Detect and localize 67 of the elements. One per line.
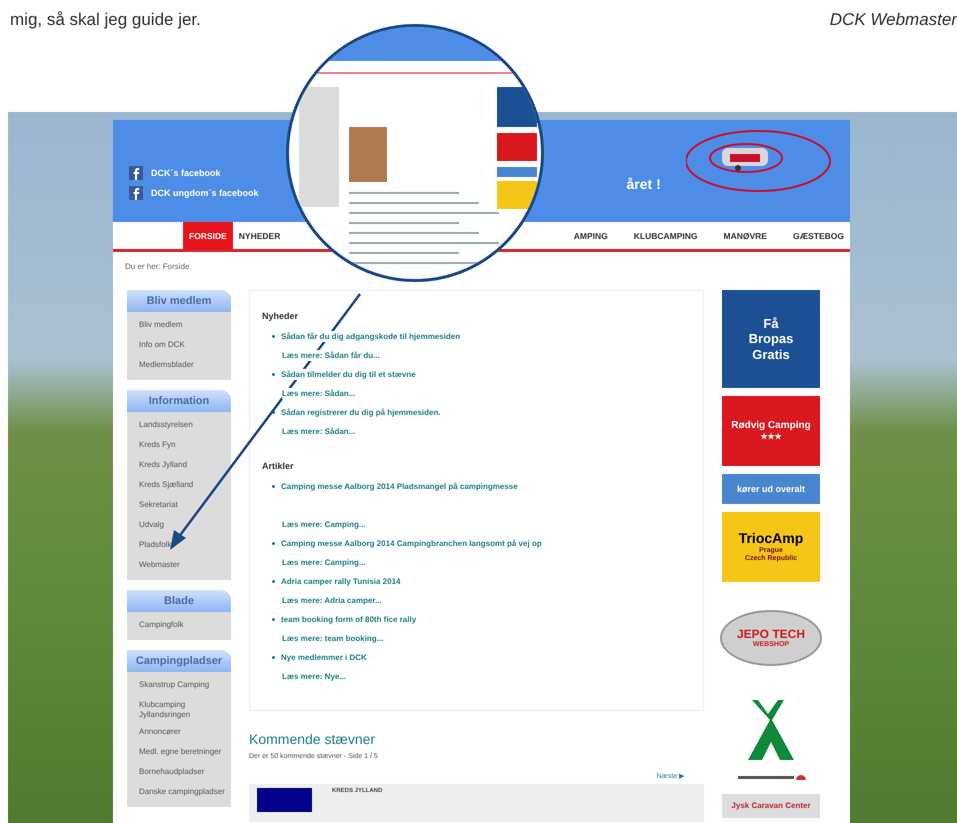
sidebar-heading: Campingpladser <box>127 650 231 672</box>
section-heading: Nyheder <box>262 311 300 321</box>
read-more-link[interactable]: Læs mere: Camping... <box>282 519 366 530</box>
article-link[interactable]: Camping messe Aalborg 2014 Campingbranchen langsomt på vej op <box>281 538 542 549</box>
sidebar-heading: Blade <box>127 590 231 612</box>
bullet-icon <box>272 618 275 621</box>
read-more-link[interactable]: Læs mere: Sådan får du... <box>282 350 380 361</box>
facebook-icon <box>129 186 143 200</box>
bropas-ad[interactable]: Få Bropas Gratis <box>722 290 820 388</box>
nav-tab[interactable]: AMPING <box>568 222 614 249</box>
sidebar-link[interactable]: Kreds Jylland <box>139 456 231 476</box>
sidebar-heading: Bliv medlem <box>127 290 231 312</box>
sidebar-link[interactable]: Udvalg <box>139 516 231 536</box>
bullet-icon <box>272 335 275 338</box>
banner-ad[interactable]: kører ud overalt <box>722 474 820 504</box>
upcoming-heading: Kommende stævner <box>249 731 376 747</box>
article-link[interactable]: Adria camper rally Tunisia 2014 <box>281 576 400 587</box>
bullet-icon <box>272 542 275 545</box>
read-more-link[interactable]: Læs mere: Nye... <box>282 671 346 682</box>
sidebar-heading: Information <box>127 390 231 412</box>
article-link[interactable]: Sådan tilmelder du dig til et stævne <box>281 369 416 380</box>
jysk-caravan-ad[interactable]: Jysk Caravan Center <box>722 794 820 818</box>
sidebar-link[interactable]: Webmaster <box>139 556 231 576</box>
nav-tab[interactable]: FORSIDE <box>183 222 233 249</box>
nav-tab[interactable]: GÆSTEBOG <box>786 222 850 249</box>
facebook-link[interactable]: DCK´s facebook <box>129 166 259 180</box>
sidebar-link[interactable]: Kreds Fyn <box>139 436 231 456</box>
article-link[interactable]: Sådan registrerer du dig på hjemmesiden. <box>281 407 441 418</box>
sidebar-link[interactable]: Danske campingpladser <box>139 783 231 804</box>
body-text: mig, så skal jeg guide jer. <box>10 10 201 31</box>
section-heading: Artikler <box>262 461 295 471</box>
sidebar-link[interactable]: Kreds Sjælland <box>139 476 231 496</box>
facebook-link[interactable]: DCK ungdom´s facebook <box>129 186 259 200</box>
bullet-icon <box>272 373 275 376</box>
read-more-link[interactable]: Læs mere: Adria camper... <box>282 595 382 606</box>
article-link[interactable]: team booking form of 80th fice rally <box>281 614 416 625</box>
sidebar-link[interactable]: Info om DCK <box>139 336 231 356</box>
event-image <box>257 788 312 812</box>
article-link[interactable]: Sådan får du dig adgangskode til hjemmesiden <box>281 331 460 342</box>
bullet-icon <box>272 580 275 583</box>
sidebar-link[interactable]: Skanstrup Camping <box>139 676 231 696</box>
header-tagline: året ! <box>626 176 661 192</box>
sidebar-link[interactable]: Klubcamping Jyllandsringen <box>139 696 231 724</box>
sidebar-link[interactable]: Medl. egne beretninger <box>139 743 231 764</box>
bullet-icon <box>272 411 275 414</box>
camping-ad[interactable]: Rødvig Camping ★★★ <box>722 396 820 466</box>
bullet-icon <box>272 656 275 659</box>
sidebar-link[interactable]: Medlemsblader <box>139 356 231 376</box>
sidebar-link[interactable]: Campingfolk <box>139 616 231 636</box>
sidebar-link[interactable]: Bornehaudpladser <box>139 763 231 784</box>
read-more-link[interactable]: Læs mere: Sådan... <box>282 388 356 399</box>
bullet-icon <box>272 485 275 488</box>
read-more-link[interactable]: Læs mere: Sådan... <box>282 426 356 437</box>
article-link[interactable]: Camping messe Aalborg 2014 Pladsmangel på campingmesse <box>281 481 518 492</box>
sidebar-link[interactable]: Pladsfolk <box>139 536 231 556</box>
sidebar-link[interactable]: Sekretariat <box>139 496 231 516</box>
nav-tab[interactable]: MANØVRE <box>718 222 773 249</box>
sidebar-link[interactable]: Annoncører <box>139 723 231 744</box>
read-more-link[interactable]: Læs mere: Camping... <box>282 557 366 568</box>
nav-tab[interactable]: NYHEDER <box>232 222 286 249</box>
breadcrumb: Du er her: Forside <box>125 262 190 273</box>
read-more-link[interactable]: Læs mere: team booking... <box>282 633 384 644</box>
nav-tab[interactable]: KLUBCAMPING <box>628 222 704 249</box>
article-link[interactable]: Nye medlemmer i DCK <box>281 652 367 663</box>
sidebar-link[interactable]: Landsstyrelsen <box>139 416 231 436</box>
facebook-icon <box>129 166 143 180</box>
sidebar-link[interactable]: Bliv medlem <box>139 316 231 336</box>
